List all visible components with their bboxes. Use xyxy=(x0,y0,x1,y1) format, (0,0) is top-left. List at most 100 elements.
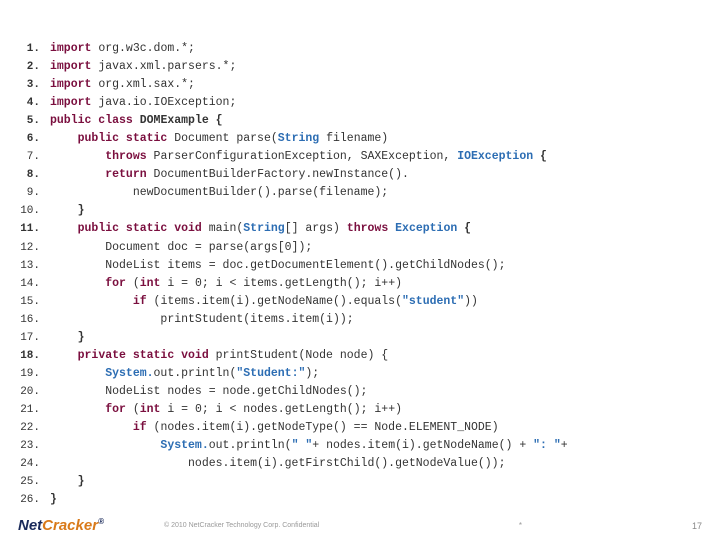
code-line: 18. private static void printStudent(Nod… xyxy=(12,347,720,365)
code-block: 1.import org.w3c.dom.*;2.import javax.xm… xyxy=(0,0,720,509)
line-code: printStudent(items.item(i)); xyxy=(50,311,354,329)
token-type: NodeList items = doc.getDocumentElement(… xyxy=(105,259,505,272)
code-line: 7. throws ParserConfigurationException, … xyxy=(12,148,720,166)
line-number: 15. xyxy=(12,294,40,311)
token-typeB: { xyxy=(540,150,547,163)
line-code: import javax.xml.parsers.*; xyxy=(50,58,236,76)
line-code: NodeList items = doc.getDocumentElement(… xyxy=(50,257,505,275)
code-line: 3.import org.xml.sax.*; xyxy=(12,76,720,94)
line-number: 20. xyxy=(12,384,40,401)
line-code: import org.xml.sax.*; xyxy=(50,76,195,94)
code-line: 21. for (int i = 0; i < nodes.getLength(… xyxy=(12,401,720,419)
line-code: } xyxy=(50,329,85,347)
token-str: "Student:" xyxy=(236,367,305,380)
line-number: 9. xyxy=(12,185,40,202)
token-type: newDocumentBuilder().parse(filename); xyxy=(133,186,388,199)
line-code: return DocumentBuilderFactory.newInstanc… xyxy=(50,166,409,184)
line-number: 14. xyxy=(12,276,40,293)
token-kw: public static xyxy=(78,132,168,145)
line-number: 19. xyxy=(12,366,40,383)
token-type: i = 0; i < nodes.getLength(); i++) xyxy=(167,403,402,416)
code-line: 2.import javax.xml.parsers.*; xyxy=(12,58,720,76)
line-code: public static void main(String[] args) t… xyxy=(50,220,471,238)
code-line: 10. } xyxy=(12,202,720,220)
code-line: 22. if (nodes.item(i).getNodeType() == N… xyxy=(12,419,720,437)
code-line: 17. } xyxy=(12,329,720,347)
line-number: 23. xyxy=(12,438,40,455)
token-type: (items.item(i).getNodeName().equals( xyxy=(154,295,402,308)
token-type: Document doc = parse(args[0]); xyxy=(105,241,312,254)
line-code: private static void printStudent(Node no… xyxy=(50,347,388,365)
line-number: 13. xyxy=(12,258,40,275)
line-code: import java.io.IOException; xyxy=(50,94,236,112)
token-type: DocumentBuilderFactory.newInstance(). xyxy=(154,168,409,181)
code-line: 25. } xyxy=(12,473,720,491)
line-number: 18. xyxy=(12,348,40,365)
line-code: for (int i = 0; i < items.getLength(); i… xyxy=(50,275,402,293)
token-typeB: } xyxy=(78,204,85,217)
line-code: Document doc = parse(args[0]); xyxy=(50,239,312,257)
token-kw: public static void xyxy=(78,222,202,235)
copyright-text: © 2010 NetCracker Technology Corp. Confi… xyxy=(104,522,519,529)
line-number: 24. xyxy=(12,456,40,473)
code-line: 20. NodeList nodes = node.getChildNodes(… xyxy=(12,383,720,401)
token-type: out.println( xyxy=(209,439,292,452)
line-code: if (items.item(i).getNodeName().equals("… xyxy=(50,293,478,311)
line-number: 22. xyxy=(12,420,40,437)
line-number: 10. xyxy=(12,203,40,220)
line-code: System.out.println(" "+ nodes.item(i).ge… xyxy=(50,437,568,455)
code-line: 19. System.out.println("Student:"); xyxy=(12,365,720,383)
code-line: 6. public static Document parse(String f… xyxy=(12,130,720,148)
line-code: import org.w3c.dom.*; xyxy=(50,40,195,58)
token-kw: for xyxy=(105,403,126,416)
token-type: org.w3c.dom.*; xyxy=(98,42,195,55)
line-code: } xyxy=(50,473,85,491)
token-type: [] args) xyxy=(285,222,347,235)
line-number: 11. xyxy=(12,221,40,238)
token-str: ": " xyxy=(533,439,561,452)
token-type: ); xyxy=(305,367,319,380)
token-kw: for xyxy=(105,277,126,290)
token-type: org.xml.sax.*; xyxy=(98,78,195,91)
code-line: 5.public class DOMExample { xyxy=(12,112,720,130)
code-line: 1. import org.w3c.dom.*; xyxy=(12,40,720,58)
line-code: } xyxy=(50,491,57,509)
code-line: 16. printStudent(items.item(i)); xyxy=(12,311,720,329)
token-type: Document parse( xyxy=(174,132,278,145)
code-line: 11. public static void main(String[] arg… xyxy=(12,220,720,238)
code-line: 8. return DocumentBuilderFactory.newInst… xyxy=(12,166,720,184)
token-kw: import xyxy=(50,42,91,55)
line-code: newDocumentBuilder().parse(filename); xyxy=(50,184,388,202)
token-str: String xyxy=(243,222,284,235)
token-type: filename) xyxy=(326,132,388,145)
line-number: 17. xyxy=(12,330,40,347)
line-number: 1. xyxy=(12,41,40,58)
token-type: ( xyxy=(133,403,140,416)
logo-part1: Net xyxy=(18,517,42,534)
token-kw: throws xyxy=(347,222,388,235)
token-kw: import xyxy=(50,60,91,73)
line-code: for (int i = 0; i < nodes.getLength(); i… xyxy=(50,401,402,419)
code-line: 12. Document doc = parse(args[0]); xyxy=(12,239,720,257)
token-type: (nodes.item(i).getNodeType() == Node.ELE… xyxy=(154,421,499,434)
token-type: ParserConfigurationException, SAXExcepti… xyxy=(154,150,458,163)
token-typeB: DOMExample { xyxy=(140,114,223,127)
code-line: 15. if (items.item(i).getNodeName().equa… xyxy=(12,293,720,311)
line-code: public class DOMExample { xyxy=(50,112,223,130)
token-type: out.println( xyxy=(154,367,237,380)
token-kw: throws xyxy=(105,150,146,163)
token-str: System. xyxy=(160,439,208,452)
line-code: System.out.println("Student:"); xyxy=(50,365,319,383)
token-type: nodes.item(i).getFirstChild().getNodeVal… xyxy=(188,457,505,470)
line-number: 16. xyxy=(12,312,40,329)
line-number: 4. xyxy=(12,95,40,112)
logo: NetCracker® xyxy=(18,517,104,534)
line-code: nodes.item(i).getFirstChild().getNodeVal… xyxy=(50,455,505,473)
line-number: 12. xyxy=(12,240,40,257)
logo-part2: Cracker xyxy=(42,517,98,534)
page-number: 17 xyxy=(692,521,702,531)
token-kw: int xyxy=(140,403,161,416)
code-line: 9. newDocumentBuilder().parse(filename); xyxy=(12,184,720,202)
line-number: 25. xyxy=(12,474,40,491)
code-line: 26.} xyxy=(12,491,720,509)
